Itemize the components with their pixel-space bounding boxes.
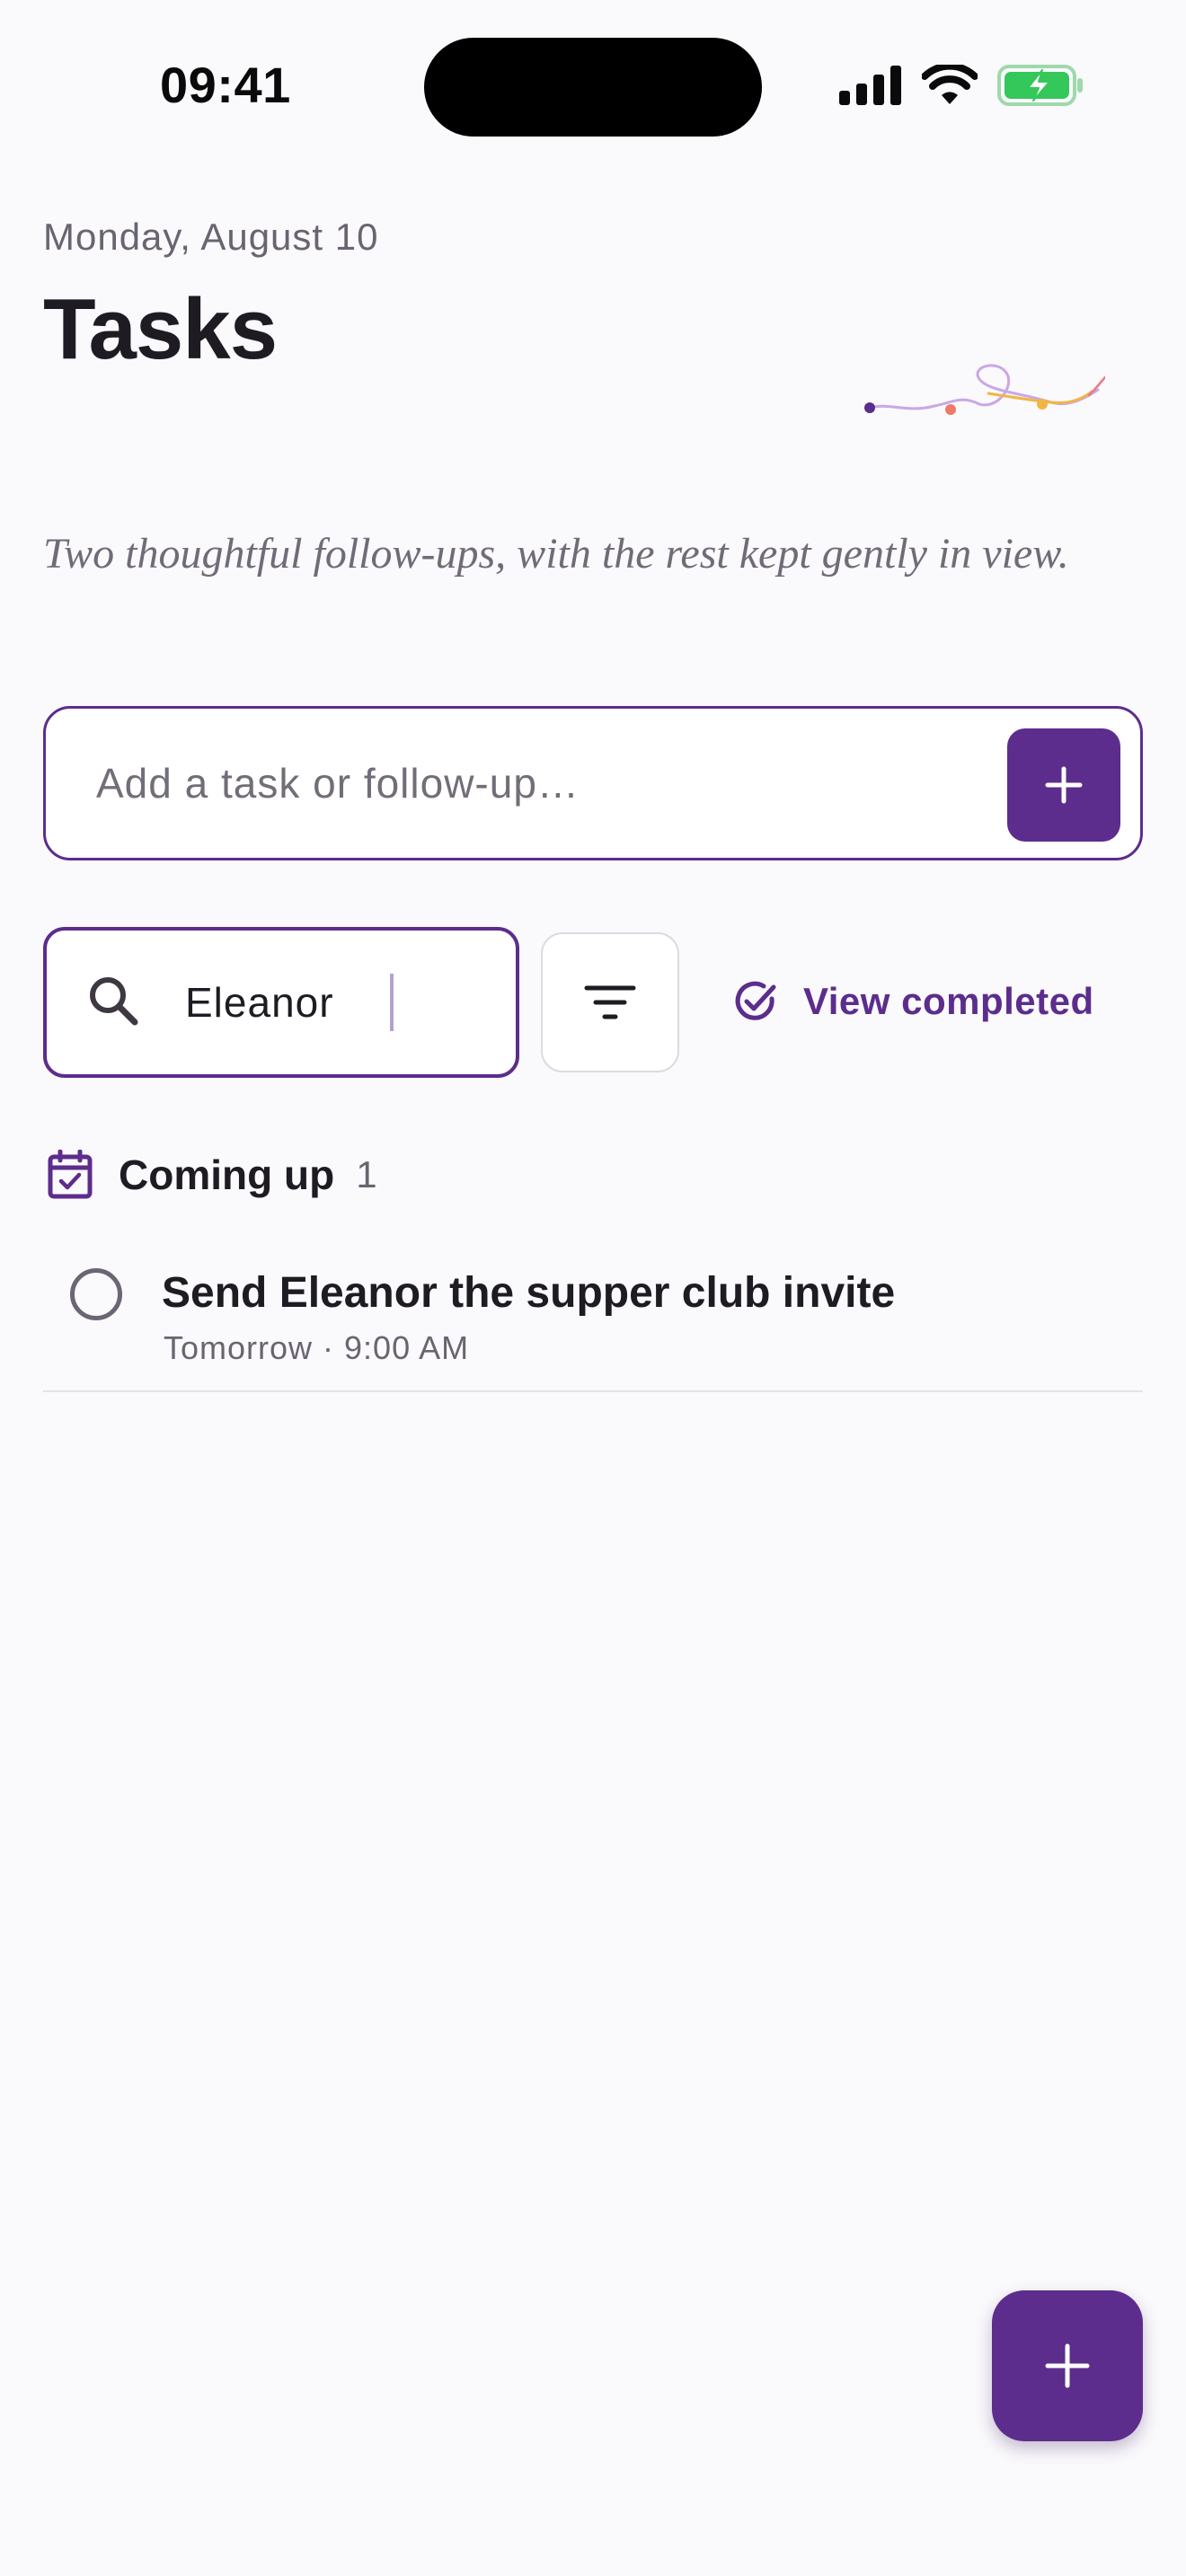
status-time: 09:41 [160,57,291,113]
filter-button[interactable] [541,932,679,1072]
calendar-check-icon [48,1150,93,1199]
view-completed-label: View completed [803,980,1094,1022]
task-title: Send Eleanor the supper club invite [162,1269,896,1317]
section-header: Coming up 1 [47,1150,377,1200]
add-task-button[interactable] [1007,728,1120,842]
task-row[interactable]: Send Eleanor the supper club invite Tomo… [43,1239,1143,1392]
page-title: Tasks [43,281,278,377]
fab-add-button[interactable] [992,2290,1143,2441]
status-icons [839,63,1084,108]
dynamic-island [424,38,762,137]
page-subtitle: Two thoughtful follow-ups, with the rest… [43,530,1069,578]
text-cursor [390,974,394,1031]
add-task-field[interactable] [43,706,1143,860]
filter-icon [584,985,636,1019]
task-checkbox[interactable] [70,1268,122,1320]
add-task-input[interactable] [96,709,977,858]
search-input[interactable] [185,931,491,1074]
doodle-illustration [864,364,1105,415]
search-field[interactable] [43,927,519,1078]
view-completed-link[interactable]: View completed [733,961,1094,1042]
section-title: Coming up [119,1151,335,1198]
search-icon [90,977,138,1026]
task-due-date: Tomorrow · 9:00 AM [164,1329,470,1366]
wifi-icon [922,65,978,104]
check-circle-icon [735,981,776,1020]
date-label: Monday, August 10 [43,216,379,258]
plus-icon [1045,2343,1090,2388]
section-count: 1 [356,1153,377,1195]
signal-icon [839,66,901,105]
plus-icon [1045,766,1083,804]
battery-charging-icon [997,65,1083,106]
